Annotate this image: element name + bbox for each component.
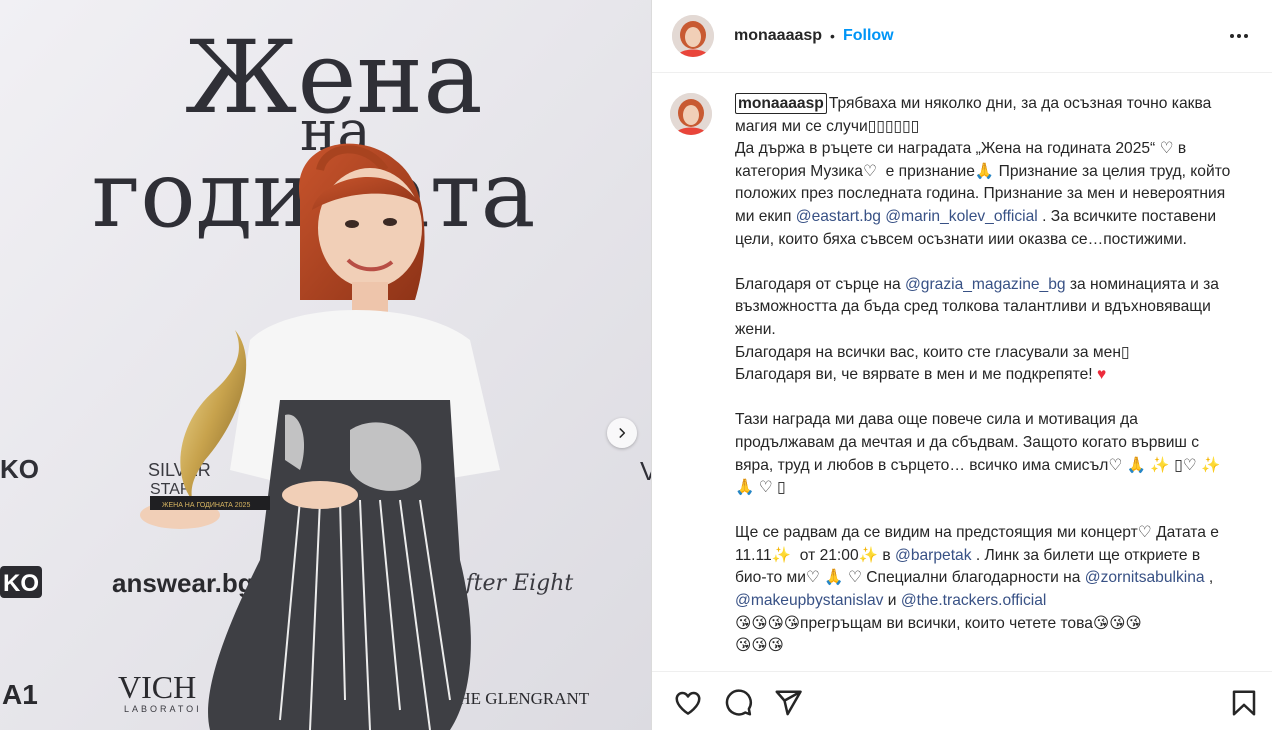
mention-link[interactable]: @makeupbystanislav [735, 592, 883, 609]
comment-icon [725, 689, 752, 716]
profile-picture [672, 15, 714, 57]
header-separator: • [830, 28, 835, 44]
mention-link[interactable]: @barpetak [895, 547, 972, 564]
next-image-button[interactable] [607, 418, 637, 448]
mention-link[interactable]: @zornitsabulkina [1085, 569, 1205, 586]
caption-text-part: , [1204, 569, 1218, 587]
comments-area[interactable]: monaaaasp Трябваха ми няколко дни, за да … [652, 74, 1272, 671]
mention-link[interactable]: @the.trackers.official [901, 592, 1047, 609]
send-icon [775, 690, 802, 716]
mention-link[interactable]: @marin_kolev_official [885, 208, 1038, 225]
header-username[interactable]: monaaaasp [734, 27, 822, 45]
action-bar [652, 671, 1272, 730]
logo-ko: KO [3, 570, 39, 597]
caption-username[interactable]: monaaaasp [735, 93, 827, 114]
svg-text:KO: KO [0, 454, 39, 484]
logo-glengrant: THE GLENGRANT [448, 689, 590, 708]
logo-a1: A1 [2, 679, 38, 710]
save-button[interactable] [1229, 688, 1259, 718]
caption-avatar[interactable] [670, 93, 712, 135]
logo-answear: answear.bg [112, 568, 254, 598]
caption-text-part: и [883, 592, 901, 610]
logo-vich: VICH [118, 669, 196, 705]
caption: monaaaasp Трябваха ми няколко дни, за да … [670, 93, 1250, 658]
avatar[interactable] [672, 15, 714, 57]
mention-link[interactable]: @eastart.bg [796, 208, 881, 225]
more-horizontal-icon[interactable] [1227, 24, 1251, 48]
bookmark-icon [1232, 690, 1256, 716]
red-heart-emoji: ♥ [1096, 366, 1107, 384]
caption-text-part: Трябваха ми няколко дни, за да осъзная т… [735, 95, 1231, 225]
profile-picture [670, 93, 712, 135]
award-plate: ЖЕНА НА ГОДИНАТА 2025 [162, 502, 250, 509]
follow-button[interactable]: Follow [843, 27, 894, 45]
comment-button[interactable] [723, 688, 753, 718]
svg-text:V: V [640, 456, 651, 486]
logo-vich-sub: LABORATOI [124, 704, 202, 714]
caption-text-part: 😘😘😘😘прегръщам ви всички, които четете то… [735, 614, 1142, 655]
mention-link[interactable]: @grazia_magazine_bg [905, 276, 1066, 293]
heart-icon [675, 691, 701, 715]
post-photo: Жена на годината 20 KO SILVER STAR KO an… [0, 0, 651, 730]
post-image[interactable]: Жена на годината 20 KO SILVER STAR KO an… [0, 0, 651, 730]
chevron-right-icon [619, 428, 626, 438]
like-button[interactable] [673, 688, 703, 718]
caption-text-part: Тази награда ми дава още повече сила и м… [735, 411, 1221, 564]
logo-after-eight: After Eight [448, 571, 573, 596]
share-button[interactable] [773, 688, 803, 718]
post-header: monaaaasp • Follow [652, 0, 1272, 73]
post-panel: monaaaasp • Follow monaaaasp Трябваха ми … [651, 0, 1272, 730]
caption-text: monaaaasp Трябваха ми няколко дни, за да … [735, 93, 1235, 658]
